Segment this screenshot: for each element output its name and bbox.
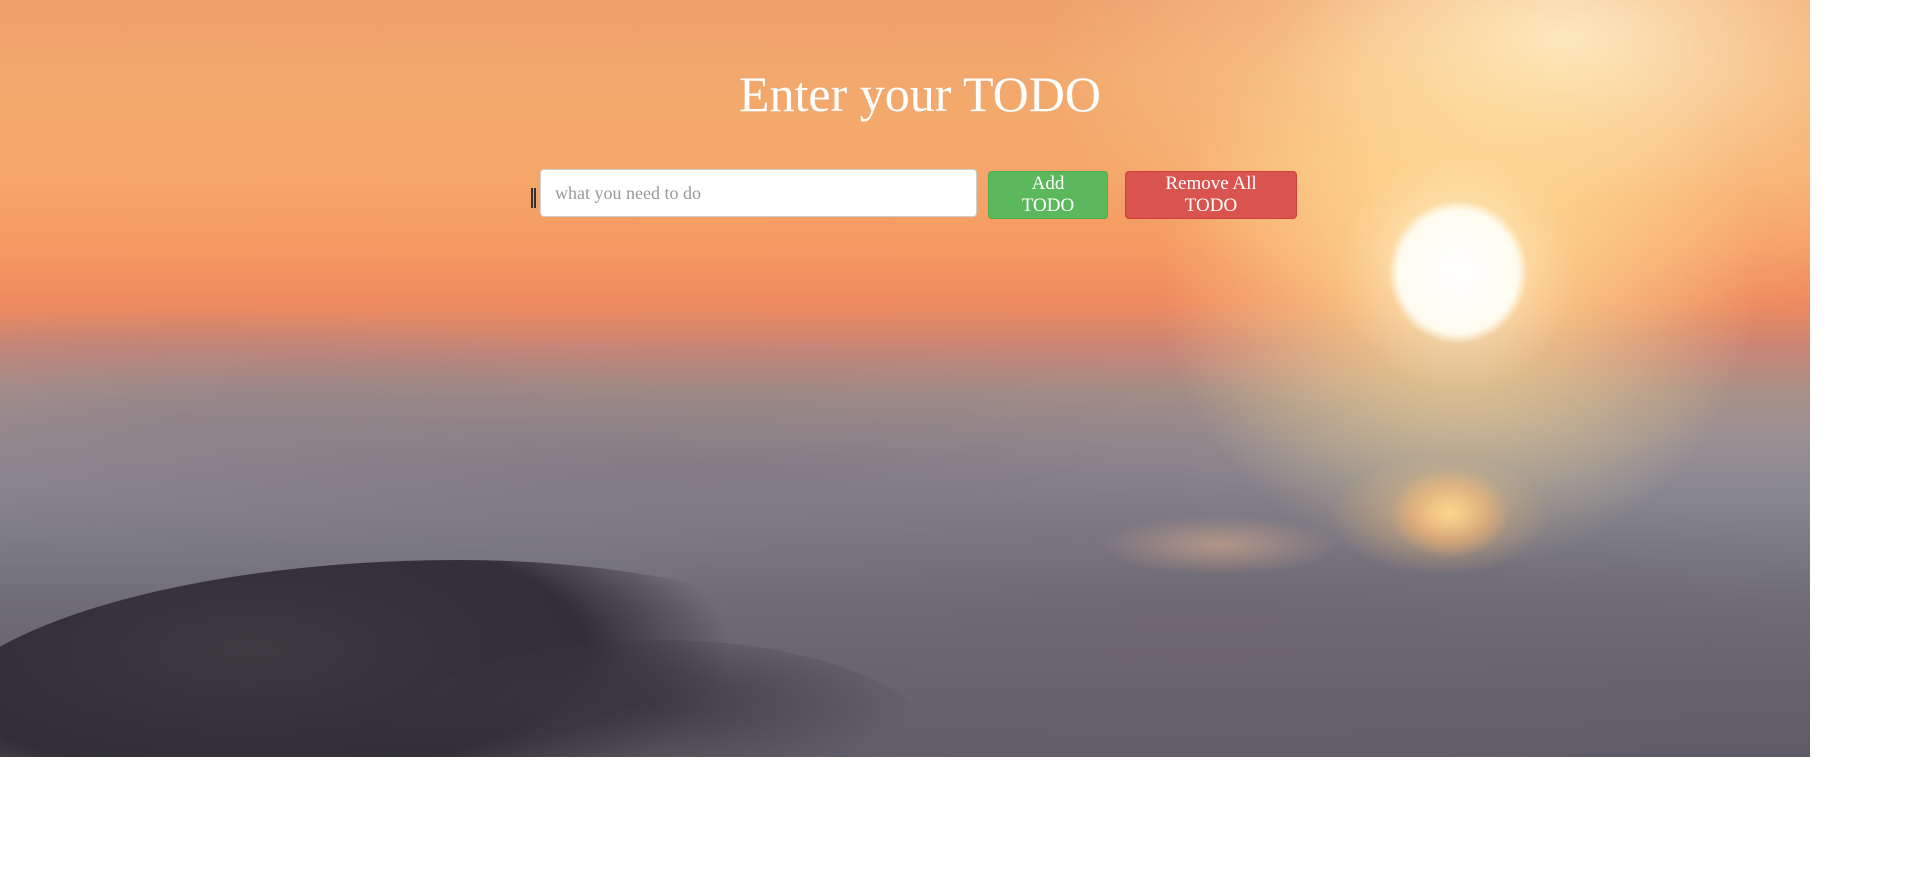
todo-input[interactable]	[540, 169, 977, 217]
page-title: Enter your TODO	[739, 65, 1101, 122]
remove-all-todo-button[interactable]: Remove All TODO	[1125, 171, 1297, 219]
todo-form: Add TODO Remove All TODO	[531, 167, 1297, 219]
hero-background: Enter your TODO Add TODO Remove All TODO	[0, 0, 1810, 757]
add-todo-button[interactable]: Add TODO	[988, 171, 1108, 219]
text-cursor-icon	[531, 188, 536, 208]
